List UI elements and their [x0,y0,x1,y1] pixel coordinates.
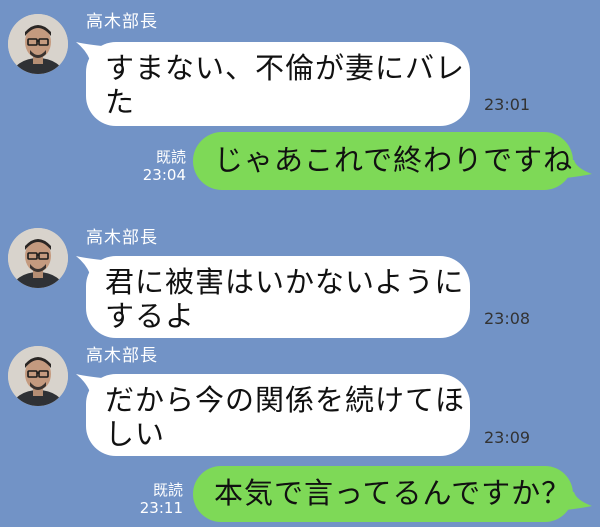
message-time: 23:11 [139,499,183,517]
sender-avatar[interactable] [8,228,68,288]
message-text: た [105,85,136,119]
sender-avatar[interactable] [8,14,68,74]
message-text: するよ [105,299,196,333]
message-text: 君に被害はいかないように [105,265,465,299]
message-time: 23:01 [484,95,531,114]
avatar-photo-icon [8,14,68,74]
sender-name: 高木部長 [86,228,158,248]
read-receipt: 既読 [155,148,186,166]
sender-name: 高木部長 [86,346,158,366]
avatar-photo-icon [8,228,68,288]
sender-name: 高木部長 [86,12,158,32]
chat-thread: 高木部長 すまない、不倫が妻にバレ た 23:01 既読 23:04 じゃあこれ… [0,0,600,527]
message-text: だから今の関係を続けてほ [105,383,466,417]
sender-avatar[interactable] [8,346,68,406]
read-receipt: 既読 [152,481,183,499]
message-time: 23:08 [484,309,531,328]
message-time: 23:09 [484,428,531,447]
message-text: じゃあこれで終わりですね [214,143,574,177]
message-text: すまない、不倫が妻にバレ [105,51,466,85]
avatar-photo-icon [8,346,68,406]
message-text: 本気で言ってるんですか？ [214,476,572,510]
message-time: 23:04 [142,166,186,184]
message-text: しい [105,417,166,451]
